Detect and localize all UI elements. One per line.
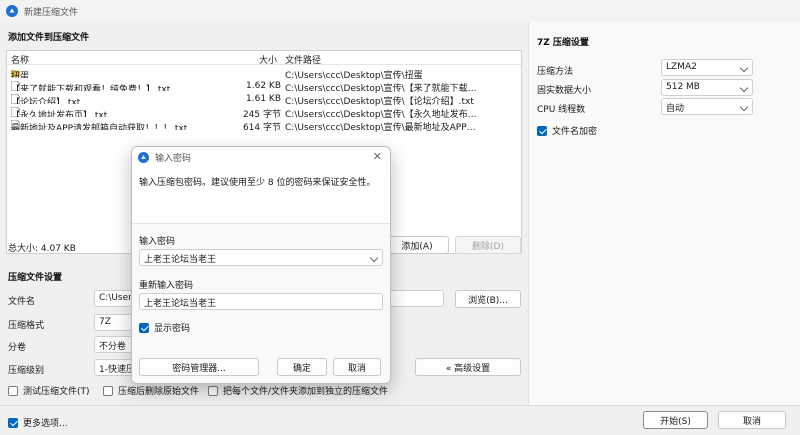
checkbox-box — [8, 385, 18, 396]
file-size: 1.62 KB — [246, 81, 281, 91]
dialog-cancel-button[interactable]: 取消 — [333, 358, 381, 376]
threads-select[interactable]: 自动 — [661, 98, 753, 115]
delete-after-checkbox[interactable]: 压缩后删除原始文件 — [103, 384, 199, 397]
method-value: LZMA2 — [666, 62, 697, 72]
filename-label: 文件名 — [8, 297, 36, 307]
close-icon[interactable]: ✕ — [373, 150, 382, 163]
password-value: 上老王论坛当老王 — [144, 255, 217, 265]
column-path-header[interactable]: 文件路径 — [285, 53, 321, 66]
checkbox-box — [103, 385, 113, 396]
cancel-button[interactable]: 取消 — [718, 411, 786, 429]
chevron-down-icon — [739, 63, 749, 73]
separate-archives-checkbox[interactable]: 把每个文件/文件夹添加到独立的压缩文件 — [208, 384, 388, 397]
dict-size-select[interactable]: 512 MB — [661, 79, 753, 96]
password-label: 输入密码 — [139, 237, 176, 247]
start-button[interactable]: 开始(S) — [643, 411, 708, 429]
checkbox-label: 测试压缩文件(T) — [23, 387, 90, 397]
archive-settings-title: 压缩文件设置 — [8, 273, 63, 283]
checkbox-box — [537, 125, 547, 136]
threads-value: 自动 — [666, 104, 685, 114]
dict-size-label: 固实数据大小 — [537, 86, 592, 96]
checkbox-box — [208, 385, 218, 396]
delete-button[interactable]: 删除(D) — [455, 236, 521, 254]
checkbox-label: 把每个文件/文件夹添加到独立的压缩文件 — [223, 387, 389, 397]
split-value: 不分卷 — [99, 342, 127, 352]
format-label: 压缩格式 — [8, 321, 45, 331]
format-value: 7Z — [99, 317, 111, 327]
checkbox-label: 压缩后删除原始文件 — [118, 387, 200, 397]
seven-zip-settings-pane: 7Z 压缩设置 压缩方法 LZMA2 固实数据大小 512 MB CPU 线程数… — [528, 22, 800, 405]
seven-zip-settings-title: 7Z 压缩设置 — [537, 38, 589, 48]
show-password-checkbox[interactable]: 显示密码 — [139, 321, 190, 334]
method-label: 压缩方法 — [537, 67, 574, 77]
file-size: 614 字节 — [242, 123, 281, 133]
dict-size-value: 512 MB — [666, 82, 700, 92]
checkbox-label: 更多选项... — [23, 419, 68, 429]
file-name: 扭蛋 — [11, 72, 30, 78]
footer: 更多选项... 开始(S) 取消 — [0, 405, 800, 435]
ok-button[interactable]: 确定 — [277, 358, 327, 376]
encrypt-filenames-checkbox[interactable]: 文件名加密 — [537, 124, 597, 137]
method-select[interactable]: LZMA2 — [661, 59, 753, 76]
file-name: 最新地址及APP请发邮箱自动获取！！！.txt — [11, 124, 188, 130]
password-dialog-title: 输入密码 — [155, 154, 192, 164]
checkbox-box — [139, 322, 149, 333]
checkbox-label: 显示密码 — [154, 324, 191, 334]
password-dialog: 输入密码 ✕ 输入压缩包密码。建议使用至少 8 位的密码来保证安全性。 输入密码… — [131, 146, 391, 384]
advanced-settings-button[interactable]: « 高级设置 — [415, 358, 521, 376]
total-size: 总大小: 4.07 KB — [8, 244, 76, 254]
confirm-password-label: 重新输入密码 — [139, 281, 194, 291]
level-value: 1-快速压 — [99, 365, 135, 375]
test-archive-checkbox[interactable]: 测试压缩文件(T) — [8, 384, 90, 397]
chevron-down-icon — [739, 83, 749, 93]
file-size: 1.61 KB — [246, 94, 281, 104]
threads-label: CPU 线程数 — [537, 105, 586, 115]
title-bar: 新建压缩文件 — [0, 0, 800, 22]
chevron-down-icon — [369, 253, 379, 263]
confirm-password-input[interactable]: 上老王论坛当老王 — [139, 293, 383, 310]
files-section-title: 添加文件到压缩文件 — [8, 33, 90, 43]
password-input[interactable]: 上老王论坛当老王 — [139, 249, 383, 266]
column-name-header[interactable]: 名称 — [11, 53, 29, 66]
app-icon — [138, 152, 149, 163]
file-name: 【永久地址发布页】.txt — [11, 111, 108, 117]
password-dialog-description: 输入压缩包密码。建议使用至少 8 位的密码来保证安全性。 — [139, 178, 376, 188]
file-name: 【来了就能下载和观看！纯免费！】.txt — [11, 85, 171, 91]
add-button[interactable]: 添加(A) — [385, 236, 449, 254]
app-icon — [6, 5, 18, 17]
file-row[interactable]: 扭蛋 C:\Users\ccc\Desktop\宣传\扭蛋 — [7, 67, 521, 81]
level-label: 压缩级别 — [8, 366, 45, 376]
file-row[interactable]: 【来了就能下载和观看！纯免费！】.txt 1.62 KB C:\Users\cc… — [7, 80, 521, 94]
browse-button[interactable]: 浏览(B)... — [455, 290, 521, 308]
password-dialog-body: 输入密码 上老王论坛当老王 重新输入密码 上老王论坛当老王 显示密码 密码管理器… — [132, 223, 390, 383]
file-row[interactable]: 【论坛介绍】.txt 1.61 KB C:\Users\ccc\Desktop\… — [7, 93, 521, 107]
file-row[interactable]: 最新地址及APP请发邮箱自动获取！！！.txt 614 字节 C:\Users\… — [7, 119, 521, 133]
file-name: 【论坛介绍】.txt — [11, 98, 81, 104]
file-list-header: 名称 大小 文件路径 — [7, 51, 521, 66]
split-label: 分卷 — [8, 343, 27, 353]
checkbox-label: 文件名加密 — [552, 127, 598, 137]
window-title: 新建压缩文件 — [24, 7, 79, 18]
file-row[interactable]: 【永久地址发布页】.txt 245 字节 C:\Users\ccc\Deskto… — [7, 106, 521, 120]
column-size-header[interactable]: 大小 — [259, 53, 277, 66]
password-dialog-titlebar: 输入密码 — [138, 151, 191, 164]
checkbox-box — [8, 417, 18, 428]
chevron-down-icon — [739, 102, 749, 112]
more-options-checkbox[interactable]: 更多选项... — [8, 416, 68, 429]
file-path: C:\Users\ccc\Desktop\宣传\最新地址及APP请... — [285, 123, 477, 133]
password-manager-button[interactable]: 密码管理器... — [139, 358, 259, 376]
